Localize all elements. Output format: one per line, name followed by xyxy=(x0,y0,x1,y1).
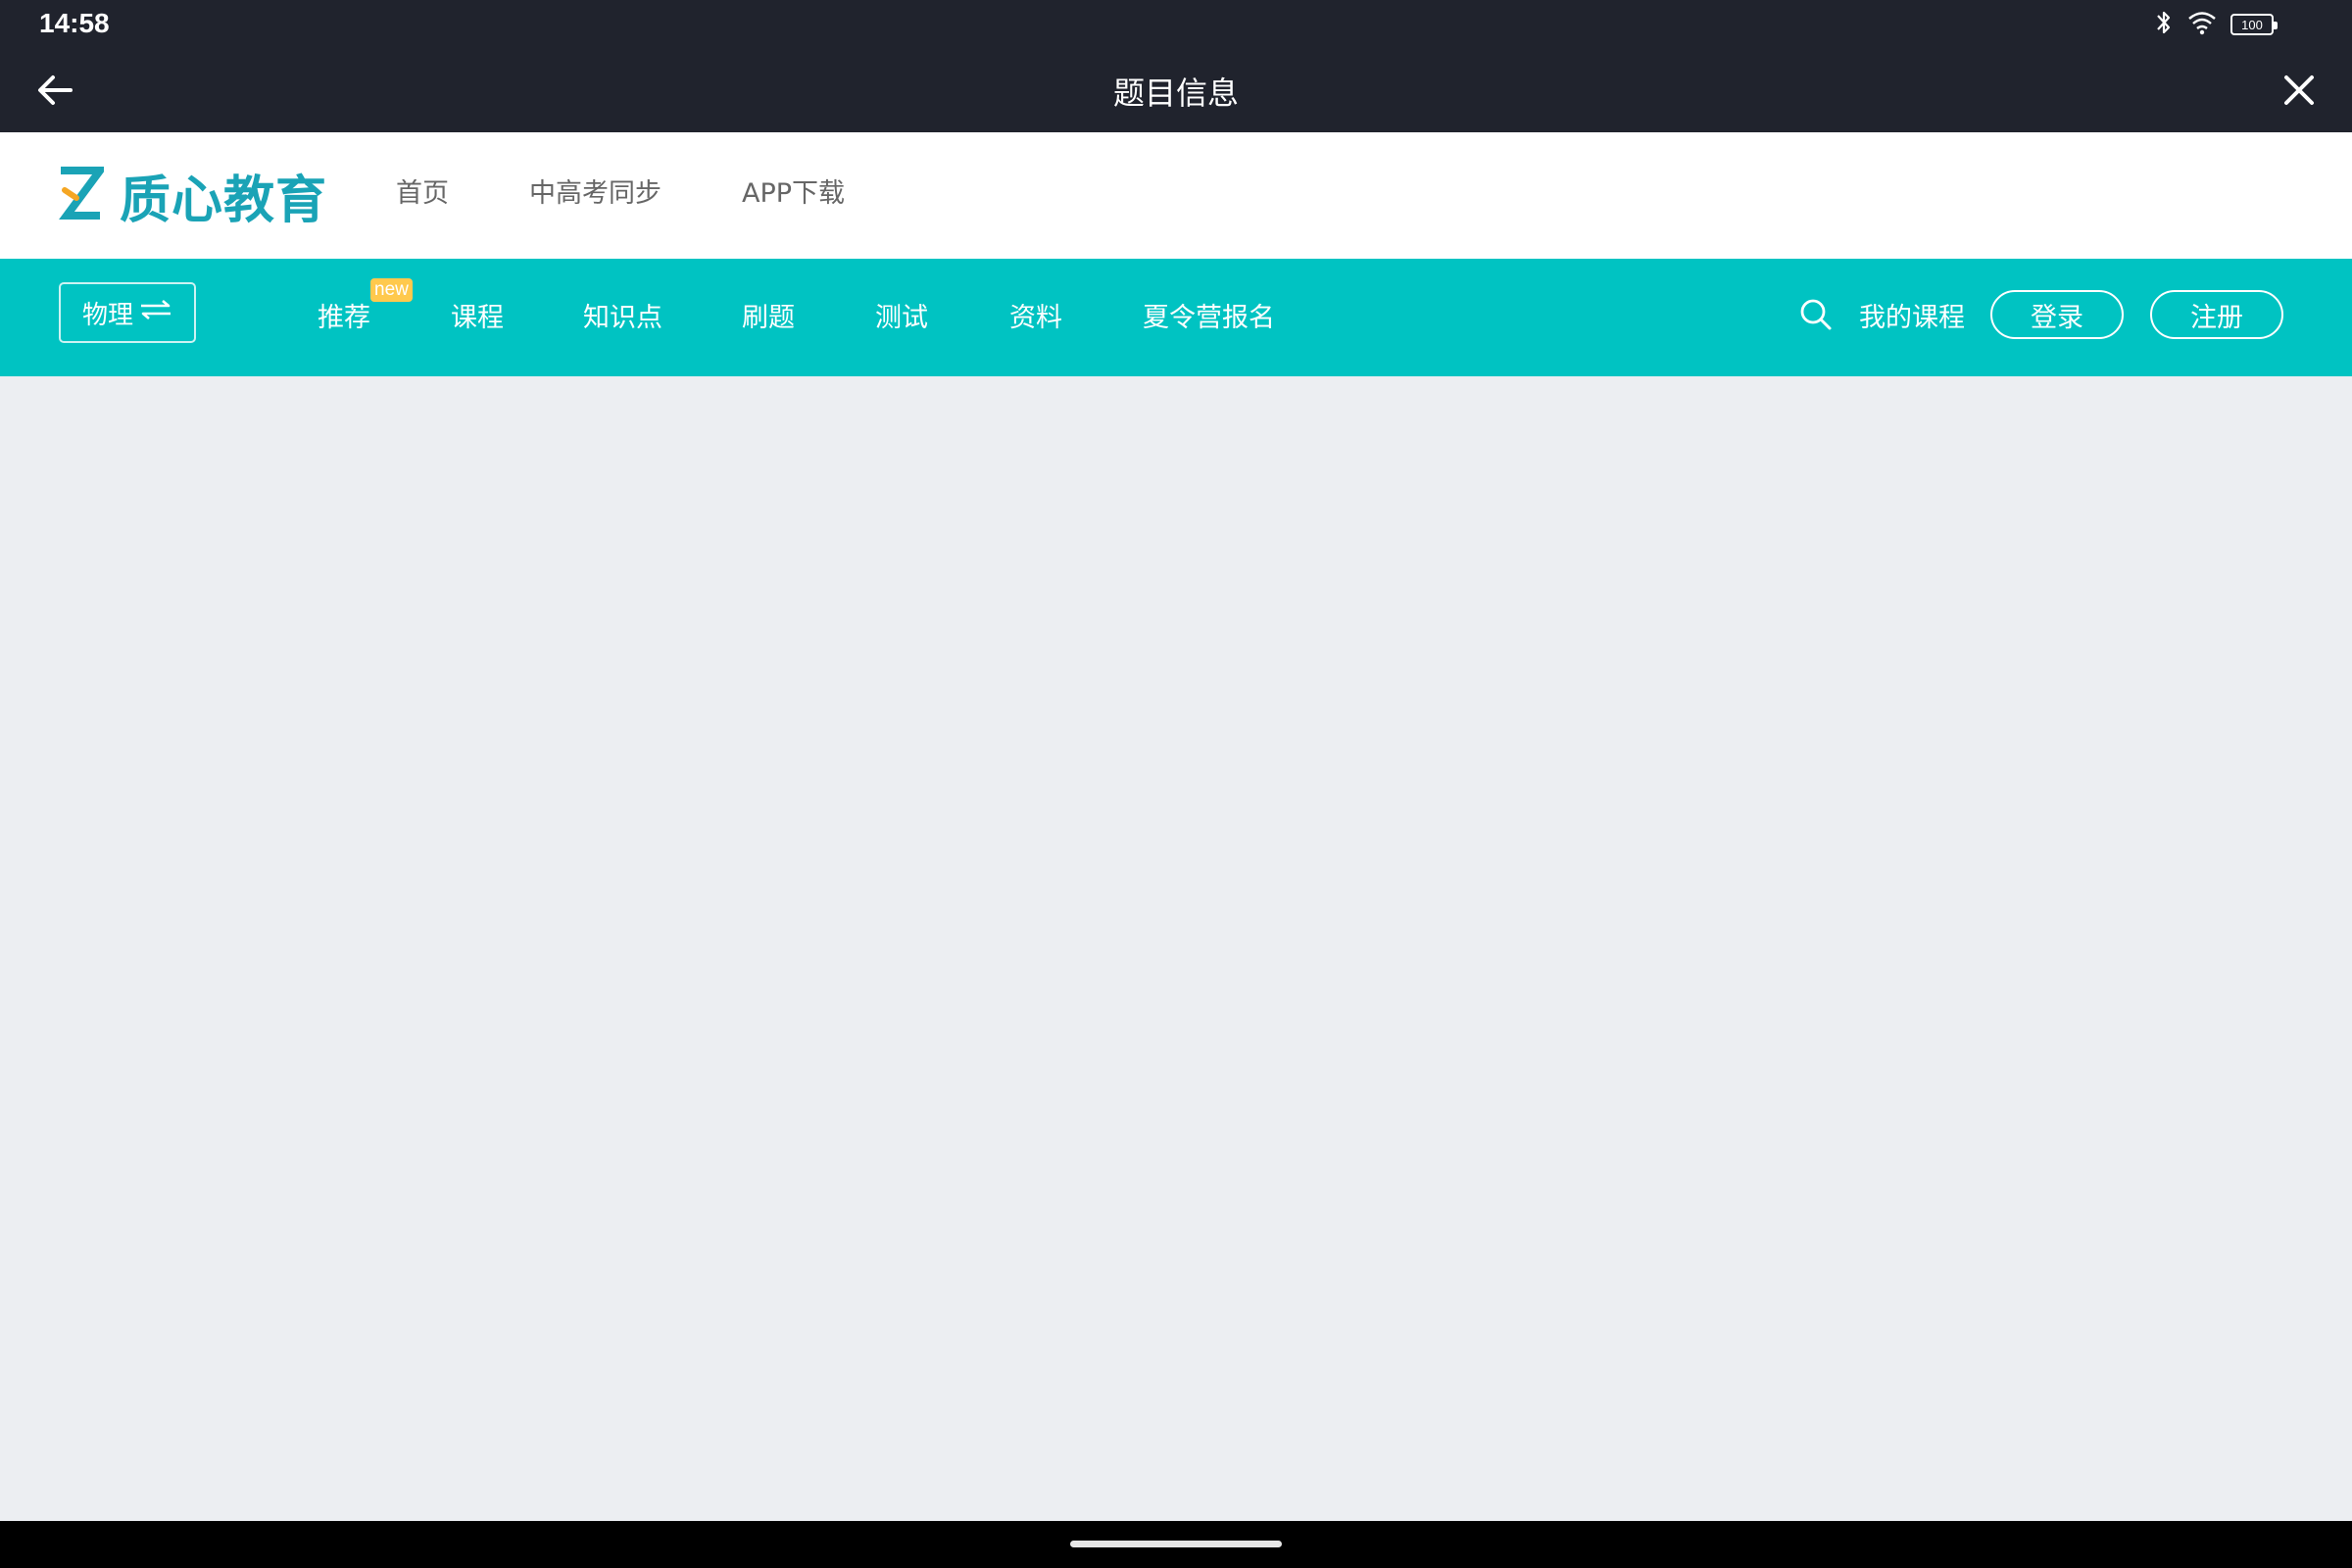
battery-icon: 100 xyxy=(2230,14,2278,35)
register-button[interactable]: 注册 xyxy=(2150,290,2283,339)
app-title-bar: 14:58 100 题目信息 xyxy=(0,0,2352,132)
page-title: 题目信息 xyxy=(1112,74,1239,112)
wifi-icon xyxy=(2187,10,2217,39)
nav-knowledge-points[interactable]: 知识点 xyxy=(583,296,662,334)
top-nav-home[interactable]: 首页 xyxy=(396,172,449,210)
main-nav-bar: 物理 推荐 new 课程 知识点 刷题 测试 资料 夏令营报名 我的课程 登录 … xyxy=(0,259,2352,376)
home-indicator[interactable] xyxy=(1070,1541,1282,1547)
nav-materials[interactable]: 资料 xyxy=(1009,296,1062,334)
logo-z-icon xyxy=(57,165,108,225)
bluetooth-icon xyxy=(2154,9,2174,40)
battery-level: 100 xyxy=(2241,17,2263,32)
search-icon[interactable] xyxy=(1799,298,1833,331)
nav-tests[interactable]: 测试 xyxy=(875,296,928,334)
top-nav: 首页 中高考同步 APP下载 xyxy=(396,172,845,210)
nav-summer-camp[interactable]: 夏令营报名 xyxy=(1143,296,1275,334)
subject-switch-button[interactable]: 物理 xyxy=(59,282,196,343)
top-nav-sync[interactable]: 中高考同步 xyxy=(529,172,662,210)
nav-practice[interactable]: 刷题 xyxy=(742,296,795,334)
nav-courses[interactable]: 课程 xyxy=(451,296,504,334)
new-badge: new xyxy=(370,278,413,302)
logo-text: 质心教育 xyxy=(120,171,328,230)
site-logo[interactable]: 质心教育 xyxy=(57,165,327,230)
close-icon[interactable] xyxy=(2276,67,2323,114)
content-area xyxy=(0,376,2352,1521)
site-header: 质心教育 首页 中高考同步 APP下载 xyxy=(0,132,2352,259)
login-button[interactable]: 登录 xyxy=(1990,290,2124,339)
top-nav-app-download[interactable]: APP下载 xyxy=(742,172,845,210)
my-courses-link[interactable]: 我的课程 xyxy=(1859,296,1965,334)
status-time: 14:58 xyxy=(39,8,110,38)
status-icons: 100 xyxy=(2154,9,2278,40)
system-nav-bar xyxy=(0,1521,2352,1568)
nav-recommend[interactable]: 推荐 xyxy=(318,296,370,334)
subject-label: 物理 xyxy=(81,300,133,330)
swap-arrows-icon xyxy=(139,298,172,327)
